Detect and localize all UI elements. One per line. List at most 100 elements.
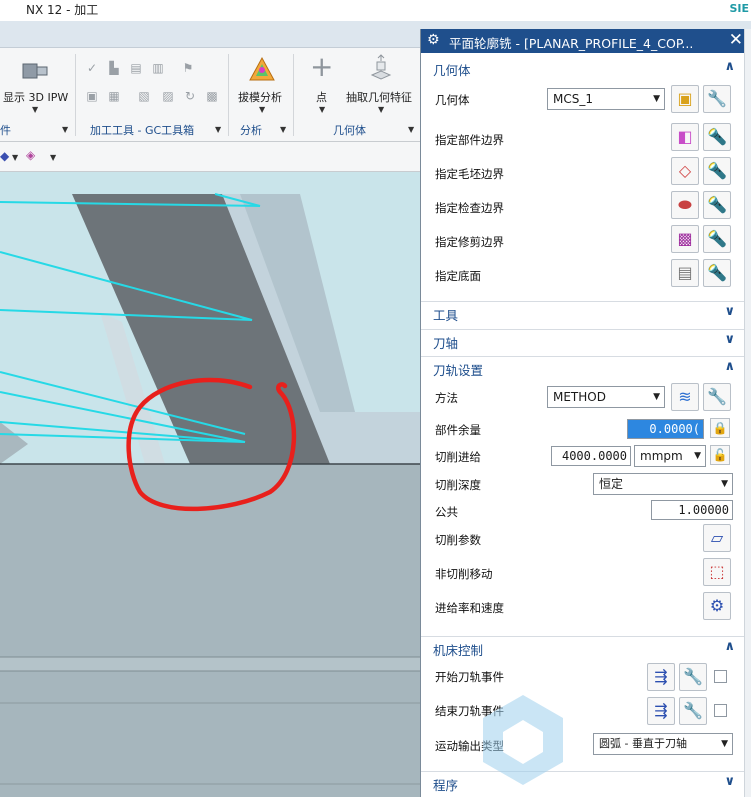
render-style-icon[interactable]: ◈ [26,148,35,162]
tool-icon-4[interactable]: ▥ [150,60,166,76]
chevron-down-icon[interactable]: ▼ [280,125,286,134]
chevron-down-icon: ▼ [653,94,660,104]
ribbon-separator [75,54,76,136]
draft-analysis-label: 拔模分析 [238,91,282,104]
view-toolbar: ◆ ▼ ◈ ▼ [0,142,420,172]
blank-boundary-button[interactable]: ◇ [671,157,699,185]
method-select[interactable]: METHOD ▼ [547,386,665,408]
noncut-moves-button[interactable]: ⬚ [703,558,731,586]
cut-depth-select[interactable]: 恒定 ▼ [593,473,733,495]
new-method-icon: ≋ [678,387,692,406]
cut-depth-value: 恒定 [599,477,624,491]
section-path-settings-header[interactable]: 刀轨设置 ∧ [421,356,745,378]
nx-window: NX 12 - 加工 SIE 显示 3D IPW ▼ 件 ▼ ✓ ▙ ▤ ▥ ⚑… [0,0,751,797]
tool-icon-7[interactable]: ▦ [106,88,122,104]
dialog-scrollbar[interactable] [744,29,751,797]
section-geometry-header[interactable]: 几何体 ∧ [421,57,745,79]
motion-output-value: 圆弧 - 垂直于刀轴 [599,737,687,750]
close-icon[interactable]: ✕ [729,30,743,50]
graphics-viewport[interactable] [0,172,420,797]
check-boundary-button[interactable]: ⬬ [671,191,699,219]
floor-label: 指定底面 [435,269,481,283]
draft-analysis-button[interactable]: 拔模分析 ▼ [232,48,292,118]
show-3d-ipw-label: 显示 3D IPW [3,91,69,104]
wrench-icon: 🔧 [707,89,727,108]
show-part-boundary-button[interactable]: 🔦 [703,123,731,151]
tool-icon-10[interactable]: ↻ [182,88,198,104]
geometry-select[interactable]: MCS_1 ▼ [547,88,665,110]
show-check-boundary-button[interactable]: 🔦 [703,191,731,219]
extract-geometry-button[interactable]: 抽取几何特征 ▼ [344,48,418,118]
ribbon-group-label-machining-tools: 加工工具 - GC工具箱 [90,124,195,137]
cut-params-label: 切削参数 [435,533,481,547]
lock-icon[interactable]: 🔒 [710,418,730,438]
draft-analysis-icon [249,56,275,81]
part-boundary-button[interactable]: ◧ [671,123,699,151]
tool-icon-9[interactable]: ▨ [160,88,176,104]
start-event-button[interactable]: ⇶ [647,663,675,691]
cube-view-icon[interactable]: ◆ [0,149,9,163]
cut-feed-input[interactable]: 4000.0000 [551,446,631,466]
start-event-checkbox[interactable] [714,670,727,683]
section-tool-header[interactable]: 工具 ∨ [421,301,745,323]
show-3d-ipw-button[interactable]: 显示 3D IPW ▼ [0,48,72,118]
common-input[interactable]: 1.00000 [651,500,733,520]
chevron-down-icon[interactable]: ▼ [50,153,56,162]
brand-logo: SIE [729,2,749,15]
chevron-down-icon[interactable]: ▼ [408,125,414,134]
unlock-icon[interactable]: 🔓 [710,445,730,465]
part-stock-label: 部件余量 [435,423,481,437]
trim-boundary-icon: ▩ [677,229,693,248]
end-event-checkbox[interactable] [714,704,727,717]
chevron-down-icon: ▼ [653,392,660,402]
floor-button[interactable]: ▤ [671,259,699,287]
trim-boundary-button[interactable]: ▩ [671,225,699,253]
section-machine-control-header[interactable]: 机床控制 ∧ [421,636,745,658]
feeds-speeds-button[interactable]: ⚙ [703,592,731,620]
tool-icon-11[interactable]: ▩ [204,88,220,104]
edit-geometry-button[interactable]: 🔧 [703,85,731,113]
tool-icon-8[interactable]: ▧ [136,88,152,104]
window-title: NX 12 - 加工 [26,3,99,17]
chevron-down-icon[interactable]: ▼ [215,125,221,134]
tool-icon-3[interactable]: ▤ [128,60,144,76]
tool-icon-2[interactable]: ▙ [106,60,122,76]
section-tool-axis-header[interactable]: 刀轴 ∨ [421,329,745,351]
section-geometry-body: 几何体 MCS_1 ▼ ▣ 🔧 指定部件边界 ◧ 🔦 指定毛坯边界 ◇ 🔦 指定… [421,79,745,295]
ribbon-group-label-geometry: 几何体 [333,124,366,137]
edit-start-event-button[interactable]: 🔧 [679,663,707,691]
point-button[interactable]: + 点 ▼ [300,48,344,118]
edit-end-event-button[interactable]: 🔧 [679,697,707,725]
new-method-button[interactable]: ≋ [671,383,699,411]
wrench-icon: 🔧 [707,387,727,406]
show-blank-boundary-button[interactable]: 🔦 [703,157,731,185]
event-icon: ⇶ [654,667,668,686]
part-stock-input[interactable]: 0.0000( [627,419,704,439]
end-event-button[interactable]: ⇶ [647,697,675,725]
chevron-down-icon[interactable]: ▼ [62,125,68,134]
show-floor-button[interactable]: 🔦 [703,259,731,287]
tool-icon-1[interactable]: ✓ [84,60,100,76]
feed-unit-select[interactable]: mmpm ▼ [634,445,706,467]
tool-icon-5[interactable]: ⚑ [180,60,196,76]
start-event-label: 开始刀轨事件 [435,670,504,684]
extract-geometry-label: 抽取几何特征 [346,91,412,104]
motion-output-select[interactable]: 圆弧 - 垂直于刀轴 ▼ [593,733,733,755]
ribbon-group-label-analysis: 分析 [240,124,262,137]
blank-boundary-label: 指定毛坯边界 [435,167,504,181]
new-geometry-button[interactable]: ▣ [671,85,699,113]
dialog-title-bar: ⚙ 平面轮廓铣 - [PLANAR_PROFILE_4_COP... ✕ [421,29,749,53]
flashlight-icon: 🔦 [707,195,727,214]
section-program-header[interactable]: 程序 ∨ [421,771,745,793]
cut-params-button[interactable]: ▱ [703,524,731,552]
chevron-down-icon: ∨ [724,332,735,347]
edit-method-button[interactable]: 🔧 [703,383,731,411]
show-trim-boundary-button[interactable]: 🔦 [703,225,731,253]
tool-icon-6[interactable]: ▣ [84,88,100,104]
window-title-bar: NX 12 - 加工 SIE [0,0,751,21]
section-machine-control-body: 开始刀轨事件 ⇶ 🔧 结束刀轨事件 ⇶ 🔧 运动输出类型 圆弧 - 垂直于刀轴 … [421,658,745,770]
gear-icon: ⚙ [427,32,440,48]
plus-icon: + [310,50,334,83]
chevron-down-icon: ▼ [32,105,39,114]
chevron-down-icon[interactable]: ▼ [12,153,18,162]
